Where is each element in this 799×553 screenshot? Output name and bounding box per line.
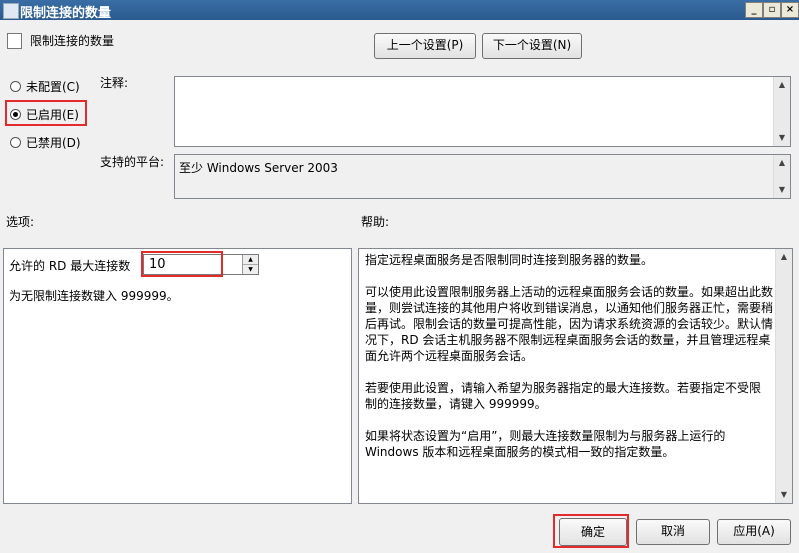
highlight-max-input — [141, 251, 223, 277]
scroll-down-icon[interactable]: ▼ — [776, 487, 792, 503]
spin-up-icon[interactable]: ▲ — [243, 255, 258, 265]
help-line: 况下，RD 会话主机服务器不限制远程桌面服务会话的数量，并且管理远程桌 — [365, 333, 771, 347]
help-line: Windows 版本和远程桌面服务的模式相一致的指定数量。 — [365, 445, 675, 459]
policy-name: 限制连接的数量 — [30, 34, 115, 48]
help-scrollbar[interactable]: ▲ ▼ — [775, 249, 792, 503]
scroll-up-icon[interactable]: ▲ — [774, 155, 790, 171]
next-setting-button[interactable]: 下一个设置(N) — [482, 33, 582, 59]
highlight-ok-button — [553, 514, 629, 548]
spinner[interactable]: ▲ ▼ — [242, 255, 258, 274]
radio-disabled-label[interactable]: 已禁用(D) — [26, 134, 81, 151]
help-line: 量，则尝试连接的其他用户将收到错误消息，以通知他们服务器正忙，需要稍 — [365, 301, 774, 315]
prev-setting-button[interactable]: 上一个设置(P) — [374, 33, 476, 59]
options-heading: 选项: — [6, 215, 35, 229]
maximize-button[interactable]: ▫ — [763, 2, 781, 18]
help-line: 面允许两个远程桌面服务会话。 — [365, 349, 534, 363]
max-connections-hint: 为无限制连接数键入 999999。 — [9, 289, 179, 303]
platform-scrollbar[interactable]: ▲ ▼ — [773, 155, 790, 198]
platform-value: 至少 Windows Server 2003 — [179, 161, 338, 175]
title-bar: 限制连接的数量 _ ▫ × — [0, 0, 799, 21]
policy-setting-icon — [7, 33, 22, 49]
cancel-button[interactable]: 取消 — [636, 519, 710, 545]
comment-textarea[interactable]: ▲ ▼ — [174, 76, 791, 147]
comment-scrollbar[interactable]: ▲ ▼ — [773, 77, 790, 146]
help-line: 如果将状态设置为“启用”，则最大连接数量限制为与服务器上运行的 — [365, 429, 726, 443]
platform-field: 至少 Windows Server 2003 ▲ ▼ — [174, 154, 791, 199]
help-line: 制的连接数量，请键入 999999。 — [365, 397, 547, 411]
scroll-up-icon[interactable]: ▲ — [774, 77, 790, 93]
help-line: 后再试。限制会话的数量可提高性能，因为请求系统资源的会话较少。默认情 — [365, 317, 774, 331]
close-button[interactable]: × — [781, 2, 799, 18]
help-panel: 指定远程桌面服务是否限制同时连接到服务器的数量。 可以使用此设置限制服务器上活动… — [358, 248, 793, 504]
help-heading: 帮助: — [361, 215, 390, 229]
platform-label: 支持的平台: — [100, 155, 165, 169]
spin-down-icon[interactable]: ▼ — [243, 265, 258, 274]
radio-not-configured-label[interactable]: 未配置(C) — [26, 78, 80, 95]
options-panel: 允许的 RD 最大连接数 10 ▲ ▼ 为无限制连接数键入 999999。 — [3, 248, 352, 504]
scroll-down-icon[interactable]: ▼ — [774, 182, 790, 198]
minimize-button[interactable]: _ — [745, 2, 763, 18]
help-line: 若要使用此设置，请输入希望为服务器指定的最大连接数。若要指定不受限 — [365, 381, 762, 395]
apply-button[interactable]: 应用(A) — [717, 519, 791, 545]
radio-disabled[interactable] — [10, 137, 21, 148]
help-line: 指定远程桌面服务是否限制同时连接到服务器的数量。 — [365, 253, 654, 267]
help-line: 可以使用此设置限制服务器上活动的远程桌面服务会话的数量。如果超出此数 — [365, 285, 774, 299]
window-title: 限制连接的数量 — [20, 6, 112, 21]
radio-not-configured[interactable] — [10, 81, 21, 92]
highlight-enabled — [5, 100, 87, 126]
comment-label: 注释: — [100, 76, 129, 90]
max-connections-label: 允许的 RD 最大连接数 — [9, 259, 131, 273]
scroll-up-icon[interactable]: ▲ — [776, 249, 792, 265]
policy-icon — [3, 3, 19, 19]
scroll-down-icon[interactable]: ▼ — [774, 130, 790, 146]
